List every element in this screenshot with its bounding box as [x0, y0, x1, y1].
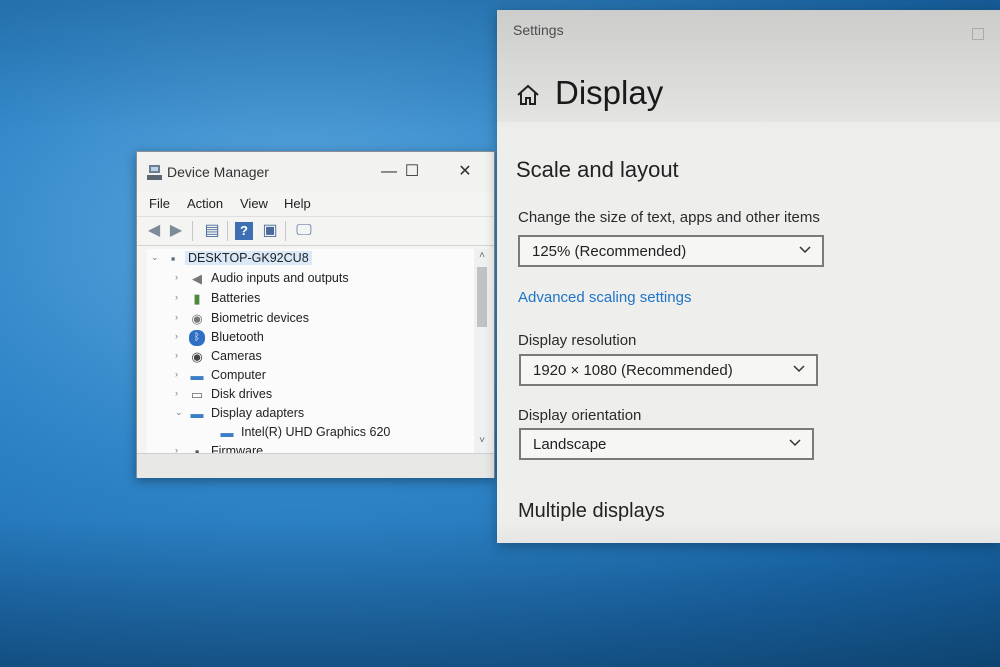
tree-item-label: Bluetooth: [211, 330, 264, 344]
section-heading-multiple: Multiple displays: [518, 500, 665, 522]
tree-root-label: DESKTOP-GK92CU8: [185, 251, 312, 265]
display-adapter-icon: ▬: [190, 406, 204, 421]
home-icon[interactable]: [515, 82, 541, 108]
tree-item[interactable]: › ▬ Computer: [175, 367, 465, 386]
firmware-icon: ▪: [194, 444, 200, 453]
settings-header: Settings Display: [497, 10, 1000, 122]
tree-item-label: Batteries: [211, 291, 261, 305]
tree-item-label: Disk drives: [211, 387, 273, 401]
tree-item-label: Audio inputs and outputs: [211, 271, 349, 285]
back-arrow-icon[interactable]: ◀: [145, 222, 163, 240]
tree-item-label: Cameras: [211, 349, 262, 363]
disk-icon: ▭: [190, 387, 204, 402]
device-manager-window: Device Manager — ☐ ✕ File Action View He…: [136, 151, 495, 478]
tree-item[interactable]: › ◉ Cameras: [175, 348, 465, 367]
toolbar-divider: [285, 221, 286, 241]
computer-icon: ▪: [170, 251, 176, 266]
scale-dropdown[interactable]: 125% (Recommended): [518, 235, 824, 267]
tree-item-label: Intel(R) UHD Graphics 620: [241, 425, 391, 439]
chevron-down-icon: [799, 246, 811, 254]
chevron-right-icon[interactable]: ›: [175, 312, 185, 322]
tree-item-label: Firmware: [211, 444, 264, 453]
settings-window: Settings Display Scale and layout Change…: [497, 10, 1000, 543]
update-driver-icon[interactable]: ▣: [261, 222, 279, 240]
tree-item[interactable]: ⌄ ▬ Display adapters: [175, 405, 465, 424]
tree-item-label: Computer: [211, 368, 266, 382]
window-title: Settings: [513, 22, 564, 38]
orientation-label: Display orientation: [518, 407, 642, 424]
chevron-right-icon[interactable]: ›: [175, 331, 185, 341]
tree-item[interactable]: › ▪ Firmware: [175, 443, 465, 453]
menu-action[interactable]: Action: [187, 196, 223, 211]
orientation-value: Landscape: [533, 436, 607, 453]
device-tree: ⌄ ▪ DESKTOP-GK92CU8 › ◀ Audio inputs and…: [147, 249, 475, 453]
vertical-scrollbar[interactable]: ˄ ˅: [474, 249, 490, 453]
menu-help[interactable]: Help: [284, 196, 311, 211]
chevron-down-icon: [793, 365, 805, 373]
close-button[interactable]: ✕: [445, 158, 485, 186]
toolbar-divider: [192, 221, 193, 241]
tree-item-label: Biometric devices: [211, 311, 309, 325]
window-title: Device Manager: [167, 164, 269, 180]
tree-item[interactable]: › ◉ Biometric devices: [175, 310, 465, 329]
tree-item[interactable]: › ▭ Disk drives: [175, 386, 465, 405]
speaker-icon: ◀: [192, 271, 202, 286]
scale-value: 125% (Recommended): [532, 243, 687, 260]
help-icon[interactable]: ?: [235, 222, 253, 240]
advanced-scaling-link[interactable]: Advanced scaling settings: [518, 289, 691, 306]
scrollbar-thumb[interactable]: [477, 267, 487, 327]
chevron-right-icon[interactable]: ›: [175, 350, 185, 360]
bluetooth-icon: ᛒ: [189, 330, 205, 346]
toolbar: ◀ ▶ ▤ ? ▣ 🖵: [137, 216, 494, 246]
tree-item[interactable]: › ▮ Batteries: [175, 290, 465, 309]
monitor-icon: ▬: [190, 368, 204, 383]
menu-view[interactable]: View: [240, 196, 268, 211]
tree-item[interactable]: › ◀ Audio inputs and outputs: [175, 270, 465, 289]
properties-icon[interactable]: ▤: [203, 222, 221, 240]
maximize-button[interactable]: [972, 28, 984, 40]
tree-item[interactable]: › ᛒ Bluetooth: [175, 329, 465, 348]
page-title: Display: [555, 74, 664, 111]
forward-arrow-icon[interactable]: ▶: [167, 222, 185, 240]
section-heading-scale: Scale and layout: [516, 157, 679, 182]
chevron-down-icon: [789, 439, 801, 447]
fingerprint-icon: ◉: [191, 311, 203, 326]
chevron-right-icon[interactable]: ›: [175, 272, 185, 282]
chevron-right-icon[interactable]: ›: [175, 369, 185, 379]
resolution-label: Display resolution: [518, 332, 637, 349]
scan-hardware-icon[interactable]: 🖵: [295, 222, 313, 240]
scroll-up-icon[interactable]: ˄: [476, 250, 488, 261]
chevron-right-icon[interactable]: ›: [175, 445, 185, 453]
device-manager-icon: [147, 165, 162, 180]
resolution-value: 1920 × 1080 (Recommended): [533, 362, 733, 379]
tree-root[interactable]: ⌄ ▪ DESKTOP-GK92CU8: [151, 250, 451, 269]
scale-label: Change the size of text, apps and other …: [518, 209, 820, 226]
orientation-dropdown[interactable]: Landscape: [519, 428, 814, 460]
title-bar[interactable]: Device Manager — ☐ ✕: [137, 152, 494, 192]
toolbar-divider: [227, 221, 228, 241]
chevron-right-icon[interactable]: ›: [175, 388, 185, 398]
tree-item-label: Display adapters: [211, 406, 305, 420]
display-adapter-icon: ▬: [220, 425, 234, 440]
scroll-down-icon[interactable]: ˅: [476, 435, 488, 446]
maximize-button[interactable]: ☐: [392, 158, 432, 186]
status-bar: [137, 453, 494, 478]
menu-bar: File Action View Help: [137, 192, 494, 216]
tree-item-child[interactable]: ▬ Intel(R) UHD Graphics 620: [205, 424, 465, 443]
chevron-right-icon[interactable]: ›: [175, 292, 185, 302]
camera-icon: ◉: [191, 349, 203, 364]
menu-file[interactable]: File: [149, 196, 170, 211]
chevron-down-icon[interactable]: ⌄: [175, 407, 185, 418]
resolution-dropdown[interactable]: 1920 × 1080 (Recommended): [519, 354, 818, 386]
battery-icon: ▮: [193, 291, 201, 306]
chevron-down-icon[interactable]: ⌄: [151, 252, 161, 263]
